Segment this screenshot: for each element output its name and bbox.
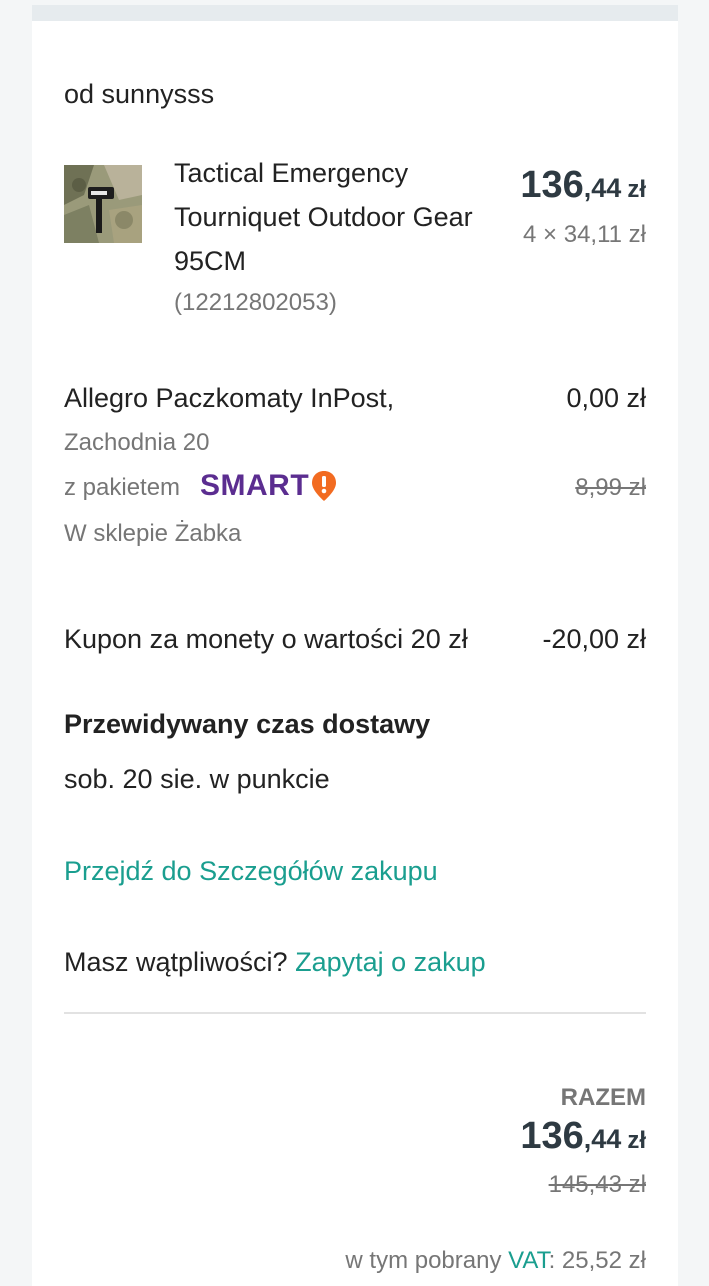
smart-logo: SMART	[200, 469, 337, 503]
total-label: RAZEM	[560, 1084, 646, 1111]
shipping-old-price: 8,99 zł	[575, 474, 646, 501]
product-id: (12212802053)	[174, 289, 337, 316]
product-price: 136,44 zł	[520, 164, 646, 207]
shipping-method: Allegro Paczkomaty InPost,	[64, 383, 395, 413]
product-price-integer: 136	[520, 164, 584, 206]
pickup-location: W sklepie Żabka	[64, 520, 242, 547]
total-price-currency: zł	[627, 1127, 646, 1154]
delivery-date: sob. 20 sie. w punkcie	[64, 764, 330, 794]
product-thumbnail[interactable]	[64, 165, 142, 243]
product-quantity-price: 4 × 34,11 zł	[523, 221, 646, 248]
coupon-label: Kupon za monety o wartości 20 zł	[64, 624, 468, 654]
vat-link[interactable]: VAT	[508, 1247, 548, 1274]
total-price-integer: 136	[520, 1115, 584, 1157]
smart-badge-icon	[312, 471, 337, 501]
total-price-decimal: ,44	[583, 1124, 622, 1154]
vat-prefix: w tym pobrany	[345, 1247, 502, 1274]
vat-value: : 25,52 zł	[548, 1247, 646, 1274]
total-price: 136,44 zł	[520, 1115, 646, 1158]
divider	[64, 1012, 646, 1014]
product-image	[64, 165, 142, 243]
shipping-address: Zachodnia 20	[64, 429, 210, 456]
product-price-currency: zł	[627, 176, 646, 203]
package-label: z pakietem	[64, 474, 181, 501]
top-card-edge	[32, 5, 678, 21]
shipping-price: 0,00 zł	[566, 383, 646, 413]
product-price-decimal: ,44	[583, 173, 622, 203]
vat-info: w tym pobrany VAT: 25,52 zł	[345, 1247, 646, 1275]
delivery-heading: Przewidywany czas dostawy	[64, 709, 431, 739]
total-old-price: 145,43 zł	[548, 1171, 646, 1198]
purchase-details-link[interactable]: Przejdź do Szczegółów zakupu	[64, 856, 438, 887]
coupon-value: -20,00 zł	[542, 624, 646, 654]
doubt-text: Masz wątpliwości?	[64, 947, 288, 977]
ask-about-purchase-link[interactable]: Zapytaj o zakup	[295, 947, 486, 977]
doubt-row: Masz wątpliwości? Zapytaj o zakup	[64, 947, 486, 978]
product-title[interactable]: Tactical Emergency Tourniquet Outdoor Ge…	[174, 151, 514, 283]
order-card: od sunnysss Tactical Emergency Tournique…	[32, 21, 678, 1286]
seller-name: od sunnysss	[64, 79, 215, 109]
smart-logo-text: SMART	[200, 469, 310, 502]
